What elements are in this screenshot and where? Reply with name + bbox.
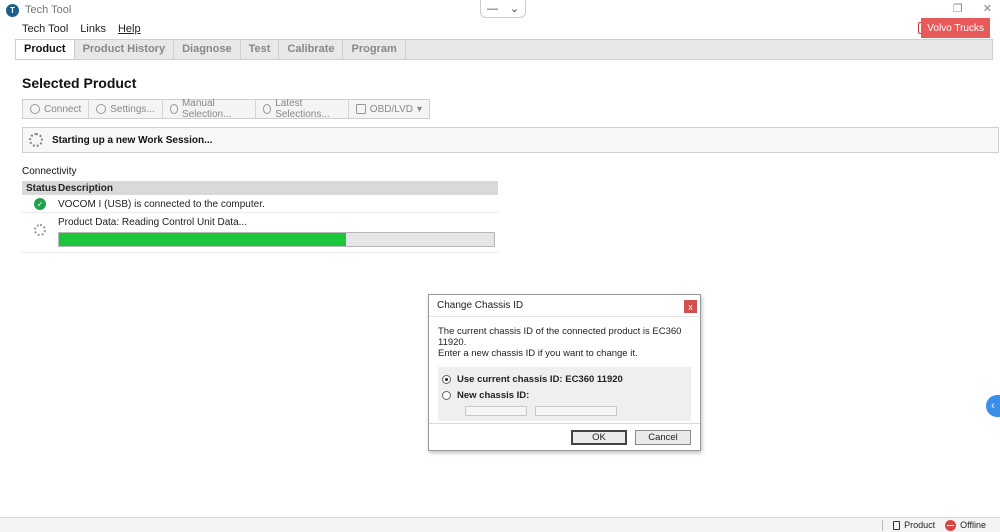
new-chassis-fields [465, 406, 687, 416]
loading-spinner-icon [34, 224, 46, 236]
offline-status-label: Offline [960, 520, 986, 530]
settings-label: Settings... [110, 103, 155, 115]
table-row: ✓ VOCOM I (USB) is connected to the comp… [22, 195, 498, 213]
chassis-series-input[interactable] [465, 406, 527, 416]
tab-product[interactable]: Product [16, 40, 75, 59]
option-use-current-label: Use current chassis ID: EC360 11920 [457, 373, 623, 385]
tech-tool-app-icon: T [6, 3, 19, 17]
tab-product-history[interactable]: Product History [75, 40, 175, 59]
clock-icon [262, 104, 272, 114]
divider [882, 519, 884, 531]
latest-selections-button[interactable]: Latest Selections... [256, 98, 349, 120]
progress-bar [58, 232, 495, 247]
column-status: Status [26, 182, 57, 194]
search-icon [169, 104, 178, 114]
gear-icon [96, 104, 107, 114]
chevron-left-icon: ‹ [991, 400, 995, 412]
window-overview-control[interactable]: — ⌄ [480, 0, 526, 18]
option-use-current[interactable]: Use current chassis ID: EC360 11920 [442, 371, 687, 387]
radio-new-chassis[interactable] [442, 390, 451, 400]
progress-bar-fill [59, 233, 347, 246]
dialog-footer: OK Cancel [429, 423, 700, 450]
option-new-chassis-label: New chassis ID: [457, 389, 530, 401]
radio-use-current[interactable] [442, 374, 451, 384]
row-description: Product Data: Reading Control Unit Data.… [58, 217, 247, 228]
product-toolbar: Connect Settings... Manual Selection... … [22, 98, 430, 120]
tab-test[interactable]: Test [241, 40, 280, 59]
title-bar: T Tech Tool — ⌄ ❐ ✕ [0, 0, 1000, 20]
work-session-text: Starting up a new Work Session... [52, 134, 213, 146]
tab-calibrate[interactable]: Calibrate [279, 40, 344, 59]
manual-selection-button[interactable]: Manual Selection... [163, 98, 256, 120]
tab-program[interactable]: Program [343, 40, 406, 59]
product-status[interactable]: Product [893, 520, 935, 530]
minimize-dash-icon[interactable]: — [487, 3, 498, 15]
side-panel-toggle[interactable]: ‹ [986, 395, 1000, 417]
dialog-title-bar: Change Chassis ID x [429, 295, 700, 317]
plug-icon [893, 520, 901, 530]
column-description: Description [58, 182, 114, 194]
row-description: VOCOM I (USB) is connected to the comput… [58, 199, 265, 210]
dropdown-arrow-icon: ▾ [416, 103, 422, 115]
main-tabs: Product Product History Diagnose Test Ca… [15, 39, 993, 60]
connectivity-heading: Connectivity [22, 166, 77, 177]
product-status-label: Product [904, 520, 936, 530]
connect-label: Connect [44, 103, 82, 115]
offline-status[interactable]: Offline [945, 519, 986, 531]
connectivity-table: Status Description ✓ VOCOM I (USB) is co… [22, 181, 498, 253]
menu-links[interactable]: Links [80, 23, 106, 35]
table-header: Status Description [22, 181, 498, 195]
status-bar: Product Offline [0, 517, 1000, 532]
volvo-trucks-button[interactable]: Volvo Trucks [921, 18, 990, 38]
dialog-title: Change Chassis ID [437, 300, 524, 311]
check-circle-icon: ✓ [34, 198, 46, 210]
chassis-number-input[interactable] [535, 406, 617, 416]
restore-icon[interactable]: ❐ [953, 2, 963, 15]
menu-tech-tool[interactable]: Tech Tool [22, 23, 68, 35]
manual-selection-label: Manual Selection... [181, 98, 232, 120]
tab-diagnose[interactable]: Diagnose [174, 40, 241, 59]
connect-icon [30, 104, 40, 114]
change-chassis-id-dialog: Change Chassis ID x The current chassis … [428, 294, 701, 451]
work-session-status: Starting up a new Work Session... [22, 127, 999, 153]
connect-button[interactable]: Connect [23, 100, 90, 118]
dialog-message-line-1: The current chassis ID of the connected … [438, 326, 682, 348]
dialog-message: The current chassis ID of the connected … [429, 317, 700, 359]
obd-lvd-button[interactable]: OBD/LVD ▾ [349, 100, 429, 118]
close-window-icon[interactable]: ✕ [983, 2, 992, 15]
offline-icon [945, 519, 957, 531]
menu-bar: Tech Tool Links Help [0, 20, 1000, 38]
dialog-close-button[interactable]: x [684, 300, 697, 313]
option-new-chassis[interactable]: New chassis ID: [442, 387, 687, 403]
chassis-options: Use current chassis ID: EC360 11920 New … [438, 367, 691, 421]
latest-selections-label: Latest Selections... [275, 98, 330, 120]
ok-button[interactable]: OK [571, 429, 627, 445]
dialog-message-line-2: Enter a new chassis ID if you want to ch… [438, 348, 638, 359]
obd-icon [355, 104, 366, 114]
page-title: Selected Product [22, 75, 137, 91]
loading-spinner-icon [29, 133, 43, 147]
cancel-button[interactable]: Cancel [635, 429, 691, 445]
window-title: Tech Tool [25, 4, 72, 16]
menu-help[interactable]: Help [118, 23, 141, 35]
obd-lvd-label: OBD/LVD [369, 103, 413, 115]
table-row: Product Data: Reading Control Unit Data.… [22, 213, 498, 253]
settings-button[interactable]: Settings... [89, 100, 163, 118]
chevron-down-icon[interactable]: ⌄ [510, 2, 519, 15]
window-buttons: ❐ ✕ [953, 2, 992, 15]
